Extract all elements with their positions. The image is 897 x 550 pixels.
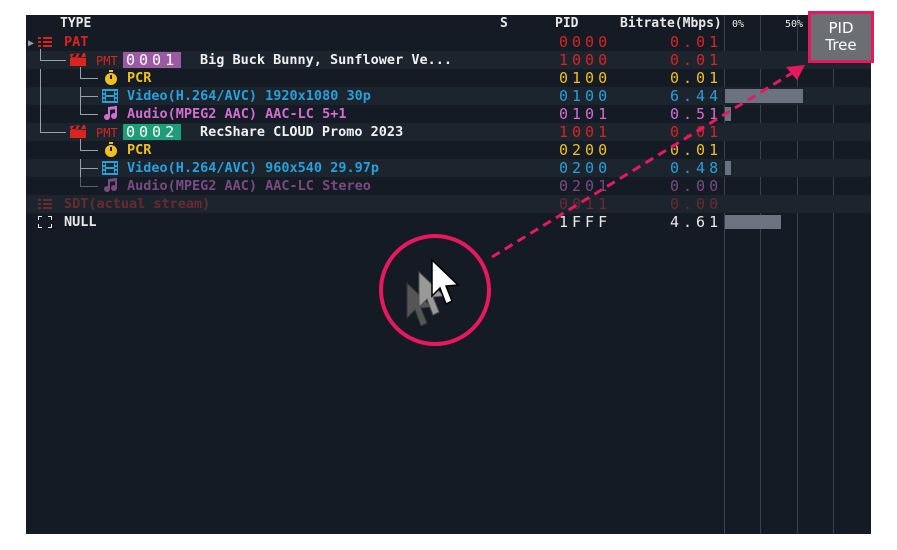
arrow-head-icon [786,65,805,80]
pointer-annotation [406,65,805,327]
dashed-arrow-line [491,68,798,259]
mouse-cursor-icon [431,258,460,306]
